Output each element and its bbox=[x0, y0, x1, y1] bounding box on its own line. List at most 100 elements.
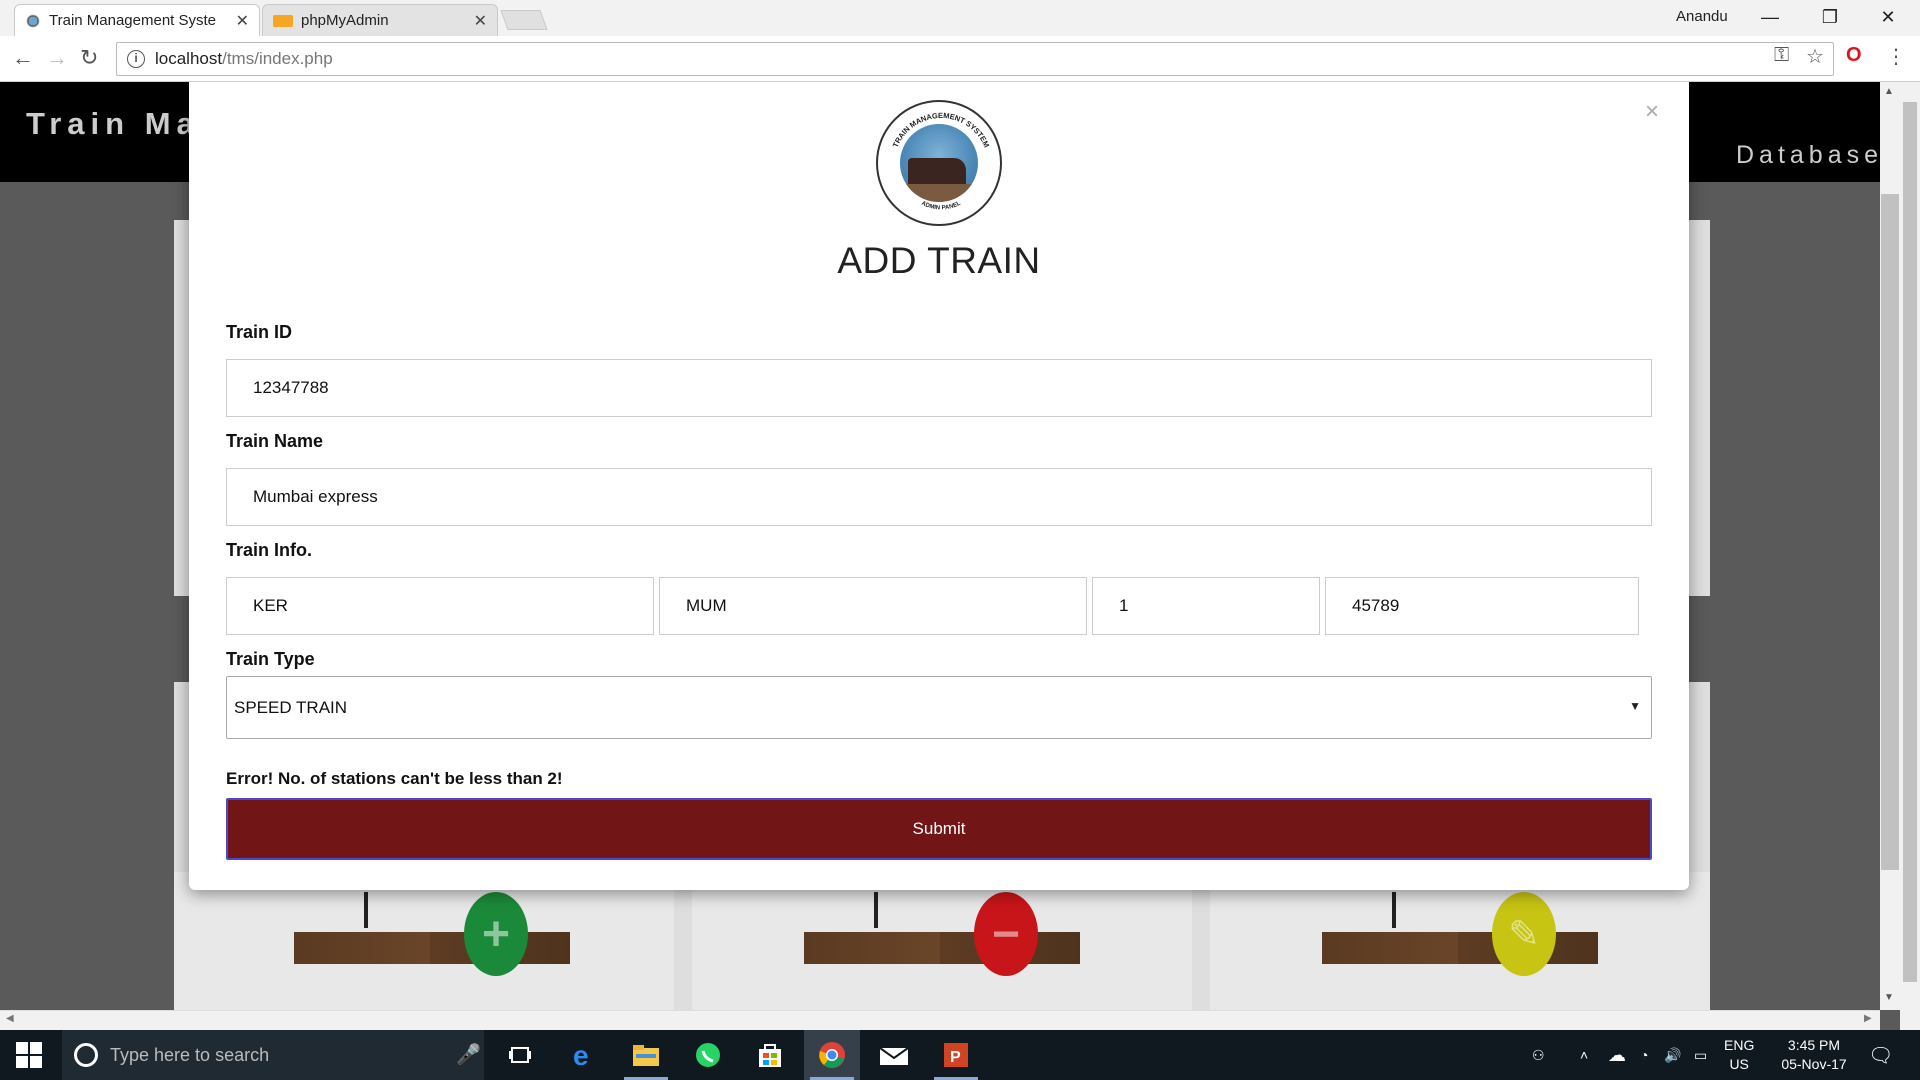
wifi-icon[interactable]: ◔ bbox=[1640, 1030, 1648, 1080]
svg-text:P: P bbox=[950, 1049, 961, 1066]
battery-icon[interactable]: ▭ bbox=[1694, 1030, 1707, 1080]
chrome-icon[interactable] bbox=[804, 1030, 860, 1080]
page-scrollbar-thumb[interactable] bbox=[1881, 194, 1899, 870]
train-type-label: Train Type bbox=[226, 649, 315, 669]
tab-phpmyadmin[interactable]: phpMyAdmin ✕ bbox=[262, 4, 498, 36]
whatsapp-icon[interactable] bbox=[680, 1030, 736, 1080]
taskbar-search-box[interactable]: Type here to search 🎤 bbox=[62, 1030, 484, 1080]
sign-pole bbox=[364, 892, 368, 928]
tab-title: phpMyAdmin bbox=[301, 12, 389, 29]
svg-text:ADMIN PANEL: ADMIN PANEL bbox=[920, 200, 962, 211]
microphone-icon[interactable]: 🎤 bbox=[456, 1042, 481, 1067]
volume-icon[interactable]: 🔊 bbox=[1664, 1030, 1681, 1080]
destination-station-input[interactable]: MUM bbox=[659, 577, 1087, 635]
profile-name[interactable]: Anandu bbox=[1676, 8, 1728, 25]
scroll-right-icon[interactable]: ▶ bbox=[1864, 1013, 1872, 1024]
clock-date: 05-Nov-17 bbox=[1781, 1056, 1847, 1072]
close-window-button[interactable]: ✕ bbox=[1870, 4, 1906, 30]
sign-pole bbox=[874, 892, 878, 928]
nav-database-link[interactable]: Database bbox=[1736, 141, 1880, 170]
language-code: ENG bbox=[1724, 1037, 1755, 1053]
sign-pole bbox=[1392, 892, 1396, 928]
edge-browser-icon[interactable]: e bbox=[556, 1030, 612, 1080]
show-hidden-icons-icon[interactable]: ˄ bbox=[1580, 1030, 1588, 1080]
new-tab-button[interactable] bbox=[500, 10, 548, 30]
minimize-button[interactable]: — bbox=[1752, 4, 1788, 30]
modal-title: ADD TRAIN bbox=[837, 240, 1041, 281]
windows-taskbar: Type here to search 🎤 e P ⚇ ˄ ☁ ◔ 🔊 ▭ EN… bbox=[0, 1030, 1920, 1080]
modal-close-icon[interactable]: × bbox=[1645, 98, 1659, 126]
add-train-modal: × TRAIN MANAGEMENT SYSTEM ADMIN PANEL AD… bbox=[189, 82, 1689, 890]
sign-board bbox=[1322, 932, 1598, 964]
browser-scrollbar[interactable] bbox=[1900, 82, 1920, 1030]
train-type-select[interactable]: SPEED TRAIN ▼ bbox=[226, 676, 1652, 739]
page-horizontal-scrollbar[interactable]: ◀ ▶ bbox=[0, 1010, 1880, 1030]
browser-toolbar: ← → ↻ i localhost/tms/index.php ⚿ ☆ O ⋮ bbox=[0, 36, 1920, 82]
menu-kebab-icon[interactable]: ⋮ bbox=[1886, 44, 1906, 69]
scroll-down-icon[interactable]: ▼ bbox=[1884, 992, 1894, 1003]
scroll-up-icon[interactable]: ▲ bbox=[1884, 86, 1894, 97]
browser-scrollbar-thumb[interactable] bbox=[1903, 102, 1917, 982]
mail-icon[interactable] bbox=[866, 1030, 922, 1080]
key-icon[interactable]: ⚿ bbox=[1774, 44, 1789, 67]
input-language-indicator[interactable]: ENG US bbox=[1724, 1036, 1754, 1074]
back-arrow-icon[interactable]: ← bbox=[12, 46, 34, 70]
clock-time: 3:45 PM bbox=[1787, 1037, 1841, 1053]
restore-button[interactable]: ❐ bbox=[1812, 4, 1848, 30]
edit-train-station-sign[interactable]: ✎ bbox=[1322, 892, 1598, 982]
logo-bottom-text: ADMIN PANEL bbox=[920, 200, 962, 211]
url-path: /tms/index.php bbox=[222, 49, 333, 68]
tab-train-management[interactable]: Train Management Syste ✕ bbox=[14, 4, 260, 36]
site-brand[interactable]: Train Ma bbox=[26, 106, 200, 142]
tab-favicon-icon bbox=[25, 12, 41, 29]
search-placeholder: Type here to search bbox=[110, 1044, 270, 1065]
file-explorer-icon[interactable] bbox=[618, 1030, 674, 1080]
page-content: Train Ma Database + − ✎ × TRAIN MANAGEME… bbox=[0, 82, 1880, 1010]
tab-close-icon[interactable]: ✕ bbox=[474, 11, 487, 31]
task-view-icon[interactable] bbox=[492, 1030, 548, 1080]
submit-button[interactable]: Submit bbox=[226, 798, 1652, 860]
reload-icon[interactable]: ↻ bbox=[80, 46, 98, 70]
train-name-label: Train Name bbox=[226, 431, 324, 451]
svg-text:e: e bbox=[573, 1041, 589, 1069]
train-id-input[interactable]: 12347788 bbox=[226, 359, 1652, 417]
remove-train-station-sign[interactable]: − bbox=[804, 892, 1080, 982]
add-train-station-sign[interactable]: + bbox=[294, 892, 570, 982]
add-icon: + bbox=[464, 892, 528, 976]
sign-board bbox=[294, 932, 570, 964]
tms-logo: TRAIN MANAGEMENT SYSTEM ADMIN PANEL bbox=[876, 100, 1002, 226]
action-center-icon[interactable]: 🗨 bbox=[1868, 1030, 1893, 1080]
keyboard-layout: US bbox=[1729, 1056, 1749, 1072]
url-host: localhost bbox=[155, 49, 223, 68]
error-message: Error! No. of stations can't be less tha… bbox=[226, 769, 563, 788]
train-info-number-input[interactable]: 45789 bbox=[1325, 577, 1639, 635]
tab-close-icon[interactable]: ✕ bbox=[236, 11, 249, 31]
sign-board bbox=[804, 932, 1080, 964]
powerpoint-icon[interactable]: P bbox=[928, 1030, 984, 1080]
site-info-icon[interactable]: i bbox=[127, 50, 145, 68]
dropdown-arrow-icon: ▼ bbox=[1629, 699, 1641, 713]
store-icon[interactable] bbox=[742, 1030, 798, 1080]
page-vertical-scrollbar[interactable]: ▲ ▼ bbox=[1880, 82, 1900, 1010]
stations-count-input[interactable]: 1 bbox=[1092, 577, 1320, 635]
tab-title: Train Management Syste bbox=[49, 12, 217, 29]
browser-tab-bar: Train Management Syste ✕ phpMyAdmin ✕ An… bbox=[0, 0, 1920, 36]
train-info-label: Train Info. bbox=[226, 540, 313, 560]
train-name-input[interactable]: Mumbai express bbox=[226, 468, 1652, 526]
remove-icon: − bbox=[974, 892, 1038, 976]
edit-pencil-icon: ✎ bbox=[1492, 892, 1556, 976]
opera-extension-icon[interactable]: O bbox=[1846, 44, 1862, 67]
locomotive-icon bbox=[900, 124, 978, 202]
windows-start-icon[interactable] bbox=[16, 1042, 42, 1068]
forward-arrow-icon[interactable]: → bbox=[46, 46, 68, 70]
cortana-icon[interactable] bbox=[74, 1043, 98, 1067]
bookmark-star-icon[interactable]: ☆ bbox=[1806, 44, 1824, 69]
onedrive-cloud-icon[interactable]: ☁ bbox=[1608, 1030, 1626, 1080]
system-clock[interactable]: 3:45 PM 05-Nov-17 bbox=[1766, 1036, 1862, 1074]
train-id-label: Train ID bbox=[226, 322, 293, 342]
address-bar[interactable]: i localhost/tms/index.php bbox=[116, 42, 1834, 76]
source-station-input[interactable]: KER bbox=[226, 577, 654, 635]
train-type-value: SPEED TRAIN bbox=[234, 697, 348, 717]
people-icon[interactable]: ⚇ bbox=[1532, 1030, 1545, 1080]
scroll-left-icon[interactable]: ◀ bbox=[6, 1013, 14, 1024]
